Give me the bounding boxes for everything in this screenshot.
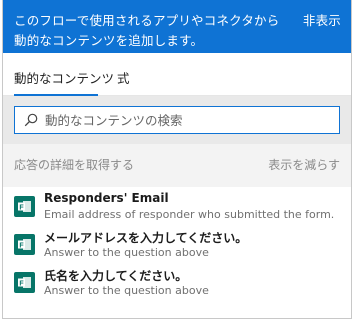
- dynamic-content-list: F Responders' Email Email address of res…: [3, 187, 351, 304]
- show-less-button[interactable]: 表示を減らす: [268, 156, 340, 173]
- forms-icon: F: [14, 234, 35, 255]
- dynamic-content-panel: このフローで使用されるアプリやコネクタから動的なコンテンツを追加します。 非表示…: [2, 0, 352, 319]
- list-item[interactable]: F メールアドレスを入力してください。 Answer to the questi…: [3, 228, 351, 266]
- item-description: Answer to the question above: [44, 284, 209, 297]
- svg-text:F: F: [19, 205, 24, 212]
- section-title: 応答の詳細を取得する: [14, 158, 135, 172]
- svg-text:F: F: [19, 243, 24, 250]
- item-description: Answer to the question above: [44, 246, 209, 259]
- list-item[interactable]: F 氏名を入力してください。 Answer to the question ab…: [3, 266, 351, 304]
- item-description: Email address of responder who submitted…: [44, 208, 335, 221]
- tab-expression[interactable]: 式: [117, 68, 130, 87]
- forms-icon: F: [14, 196, 35, 217]
- section-header: 応答の詳細を取得する 表示を減らす: [3, 144, 351, 187]
- tab-dynamic-content[interactable]: 動的なコンテンツ: [14, 68, 114, 87]
- search-box[interactable]: [14, 106, 340, 134]
- item-name: Responders' Email: [44, 191, 169, 205]
- search-area: [3, 96, 351, 144]
- search-input[interactable]: [45, 110, 333, 130]
- svg-text:F: F: [19, 281, 24, 288]
- hide-button[interactable]: 非表示: [303, 11, 341, 31]
- search-icon: [24, 112, 38, 127]
- list-item[interactable]: F Responders' Email Email address of res…: [3, 190, 351, 228]
- item-name: メールアドレスを入力してください。: [44, 231, 248, 245]
- item-name: 氏名を入力してください。: [44, 269, 188, 283]
- tab-bar: 動的なコンテンツ 式: [3, 53, 351, 96]
- panel-header: このフローで使用されるアプリやコネクタから動的なコンテンツを追加します。 非表示: [3, 0, 351, 53]
- header-title: このフローで使用されるアプリやコネクタから動的なコンテンツを追加します。: [14, 13, 280, 48]
- forms-icon: F: [14, 272, 35, 293]
